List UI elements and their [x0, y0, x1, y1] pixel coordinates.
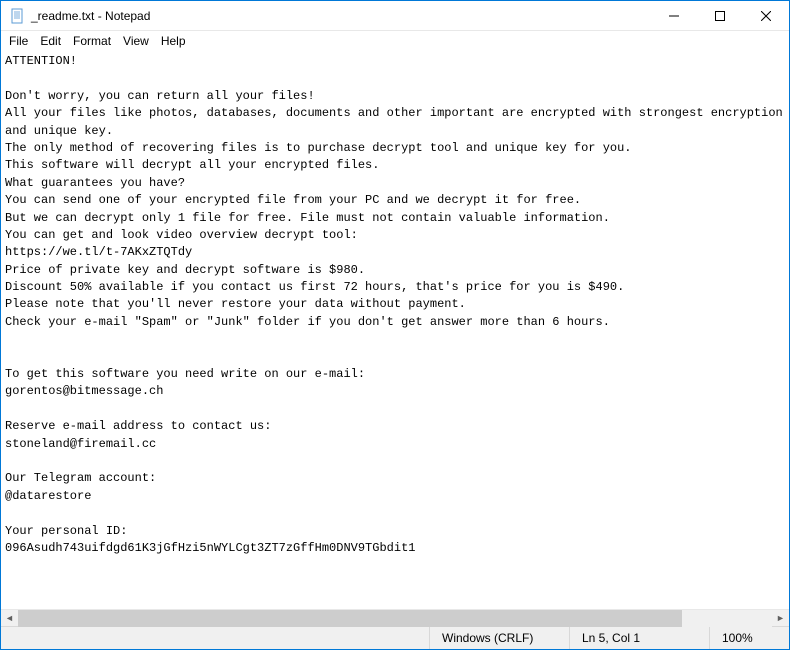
menu-file[interactable]: File — [3, 33, 34, 49]
scrollbar-thumb[interactable] — [18, 610, 682, 627]
notepad-icon — [9, 8, 25, 24]
text-editor-area[interactable]: ATTENTION! Don't worry, you can return a… — [1, 51, 789, 609]
scrollbar-track[interactable] — [18, 610, 772, 627]
minimize-button[interactable] — [651, 1, 697, 31]
menu-edit[interactable]: Edit — [34, 33, 67, 49]
scroll-left-arrow-icon[interactable]: ◄ — [1, 610, 18, 627]
scroll-right-arrow-icon[interactable]: ► — [772, 610, 789, 627]
titlebar: _readme.txt - Notepad — [1, 1, 789, 31]
close-button[interactable] — [743, 1, 789, 31]
menubar: File Edit Format View Help — [1, 31, 789, 51]
window-controls — [651, 1, 789, 30]
menu-format[interactable]: Format — [67, 33, 117, 49]
statusbar: Windows (CRLF) Ln 5, Col 1 100% — [1, 626, 789, 649]
maximize-button[interactable] — [697, 1, 743, 31]
status-zoom: 100% — [709, 627, 789, 649]
menu-view[interactable]: View — [117, 33, 155, 49]
menu-help[interactable]: Help — [155, 33, 192, 49]
status-encoding: Windows (CRLF) — [429, 627, 569, 649]
horizontal-scrollbar[interactable]: ◄ ► — [1, 609, 789, 626]
window-title: _readme.txt - Notepad — [31, 9, 651, 23]
status-cursor-position: Ln 5, Col 1 — [569, 627, 709, 649]
